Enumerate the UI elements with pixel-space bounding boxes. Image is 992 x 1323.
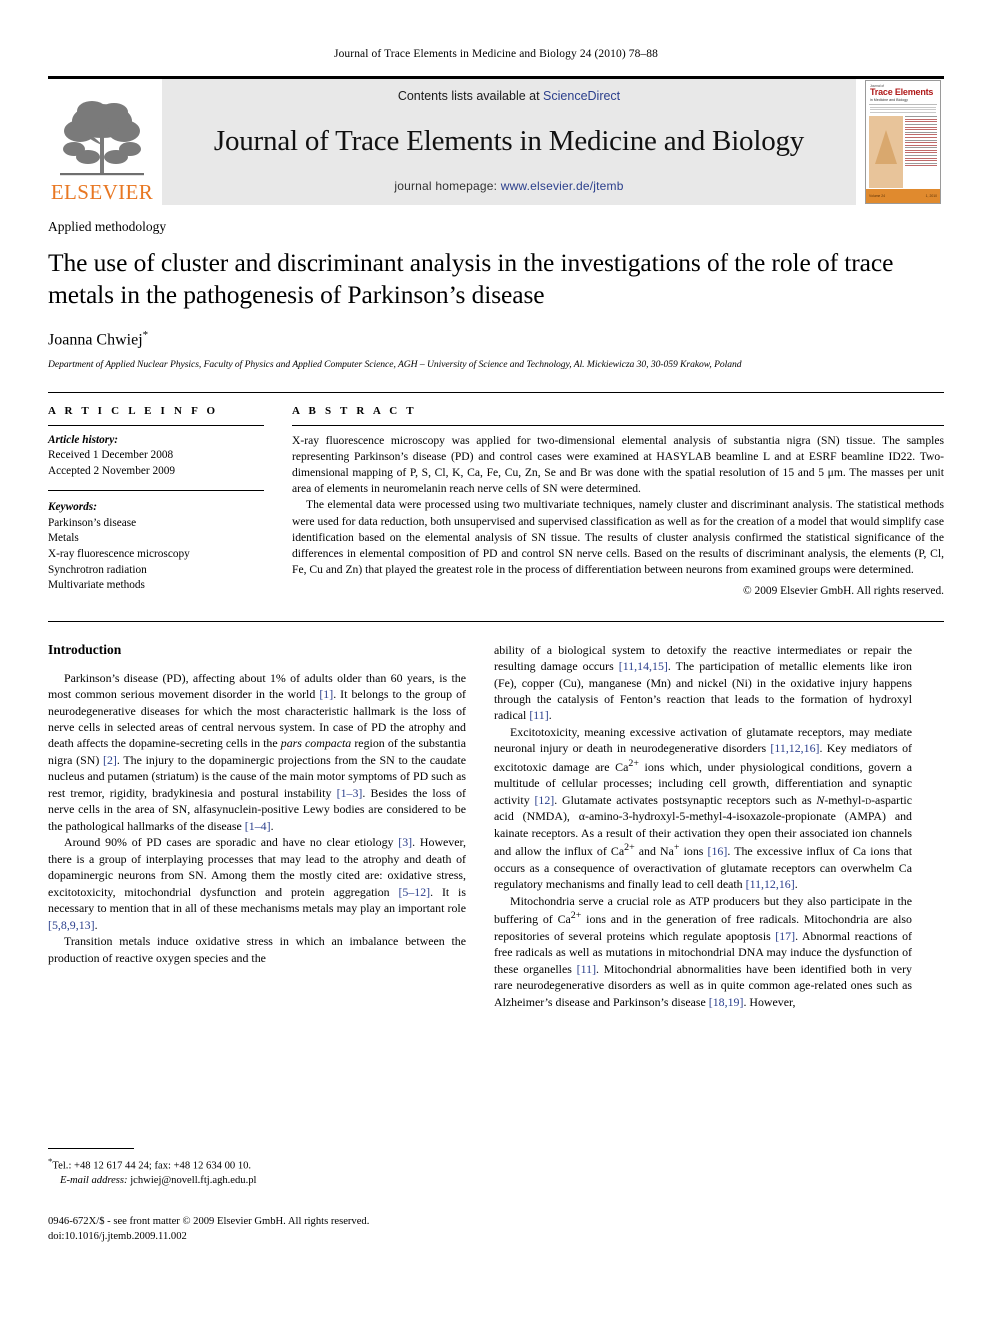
abstract-paragraph: The elemental data were processed using …	[292, 498, 944, 577]
body-paragraph: Excitotoxicity, meaning excessive activa…	[494, 724, 913, 892]
body-paragraph: Transition metals induce oxidative stres…	[48, 934, 466, 965]
abstract-label: A B S T R A C T	[292, 404, 417, 417]
journal-masthead: ELSEVIER Contents lists available at Sci…	[48, 76, 944, 205]
abstract-copyright: © 2009 Elsevier GmbH. All rights reserve…	[743, 584, 944, 597]
email-label: E-mail address:	[60, 1175, 128, 1187]
affiliation: Department of Applied Nuclear Physics, F…	[48, 358, 742, 370]
article-info-column: A R T I C L E I N F O Article history: R…	[48, 405, 264, 597]
abstract-text: X-ray fluorescence microscopy was applie…	[292, 433, 944, 579]
elsevier-logo: ELSEVIER	[48, 79, 156, 205]
author-footnote-marker[interactable]: *	[143, 329, 149, 341]
page-title: The use of cluster and discriminant anal…	[48, 248, 894, 310]
keywords-label: Keywords:	[48, 501, 97, 514]
citation-link[interactable]: [16]	[708, 844, 728, 858]
keyword-item: X-ray fluorescence microscopy	[48, 548, 190, 561]
contents-line: Contents lists available at ScienceDirec…	[398, 89, 620, 103]
cover-divider	[869, 104, 937, 105]
received-date: Received 1 December 2008	[48, 449, 174, 462]
footnote-rule	[48, 1148, 134, 1149]
page-footer: 0946-672X/$ - see front matter © 2009 El…	[48, 1214, 548, 1245]
homepage-prefix: journal homepage:	[394, 179, 501, 193]
elsevier-wordmark: ELSEVIER	[50, 180, 154, 204]
citation-link[interactable]: [18,19]	[709, 995, 744, 1009]
citation-link[interactable]: [3]	[398, 835, 412, 849]
body-paragraph: Parkinson’s disease (PD), affecting abou…	[48, 670, 467, 833]
elsevier-tree-icon	[60, 101, 144, 176]
abstract-column: A B S T R A C T X-ray fluorescence micro…	[292, 405, 944, 597]
contents-line-prefix: Contents lists available at	[397, 89, 544, 103]
article-history-label: Article history:	[48, 433, 118, 446]
divider	[48, 490, 264, 492]
cover-subtitle: in Medicine and Biology	[870, 98, 908, 102]
body-paragraph: Mitochondria serve a crucial role as ATP…	[494, 893, 912, 1009]
journal-cover-thumbnail: Journal of Trace Elements in Medicine an…	[862, 79, 944, 205]
front-matter-line: 0946-672X/$ - see front matter © 2009 El…	[48, 1216, 370, 1227]
journal-homepage-link[interactable]: www.elsevier.de/jtemb	[501, 179, 624, 193]
cover-abstract-lines	[866, 107, 940, 113]
body-region: Introduction Parkinson’s disease (PD), a…	[48, 620, 944, 1011]
divider	[292, 424, 944, 426]
citation-link[interactable]: [11]	[529, 708, 548, 722]
keyword-item: Metals	[48, 532, 79, 545]
footnote-contact-line: *Tel.: +48 12 617 44 24; fax: +48 12 634…	[48, 1155, 466, 1174]
footnote-email-line: E-mail address: jchwiej@novell.ftj.agh.e…	[48, 1174, 466, 1189]
cover-text-block	[905, 116, 937, 188]
paper-page: Journal of Trace Elements in Medicine an…	[0, 0, 992, 1323]
citation-link[interactable]: [11]	[577, 962, 596, 976]
accepted-date: Accepted 2 November 2009	[48, 464, 176, 477]
cover-figure	[869, 116, 903, 189]
journal-title: Journal of Trace Elements in Medicine an…	[213, 124, 805, 157]
citation-link[interactable]: [12]	[534, 793, 554, 807]
citation-link[interactable]: [1]	[319, 687, 333, 701]
body-paragraph: ability of a biological system to detoxi…	[494, 642, 912, 723]
cover-volume-right: 1, 2010	[925, 194, 937, 198]
doi-line[interactable]: doi:10.1016/j.jtemb.2009.11.002	[48, 1229, 548, 1244]
citation-link[interactable]: [2]	[103, 753, 117, 767]
running-head: Journal of Trace Elements in Medicine an…	[334, 48, 658, 60]
citation-link[interactable]: [5–12]	[398, 885, 430, 899]
homepage-line: journal homepage: www.elsevier.de/jtemb	[394, 179, 623, 193]
cover-footer: Volume 24 1, 2010	[866, 189, 940, 203]
journal-banner: Contents lists available at ScienceDirec…	[162, 79, 856, 205]
author-footnote: *Tel.: +48 12 617 44 24; fax: +48 12 634…	[48, 1148, 466, 1189]
article-section-type: Applied methodology	[48, 219, 167, 234]
divider	[48, 424, 264, 426]
author-list: Joanna Chwiej*	[48, 329, 944, 349]
citation-link[interactable]: [1–3]	[337, 786, 363, 800]
citation-link[interactable]: [5,8,9,13]	[48, 918, 95, 932]
citation-link[interactable]: [17]	[775, 929, 795, 943]
keywords-block: Keywords: Parkinson’s disease Metals X-r…	[48, 500, 264, 593]
introduction-heading: Introduction	[48, 641, 122, 657]
footnote-tel-fax: Tel.: +48 12 617 44 24; fax: +48 12 634 …	[52, 1160, 252, 1172]
cover-body	[866, 114, 940, 190]
sciencedirect-link[interactable]: ScienceDirect	[543, 89, 620, 103]
body-paragraph: Around 90% of PD cases are sporadic and …	[48, 835, 466, 932]
keyword-item: Synchrotron radiation	[48, 563, 147, 576]
citation-link[interactable]: [1–4]	[245, 819, 271, 833]
citation-link[interactable]: [11,12,16]	[746, 877, 795, 891]
cover-header: Journal of Trace Elements in Medicine an…	[866, 81, 940, 102]
cover-title: Trace Elements	[870, 87, 934, 97]
cover-image: Journal of Trace Elements in Medicine an…	[865, 80, 941, 204]
author-name: Joanna Chwiej	[48, 331, 143, 349]
abstract-paragraph: X-ray fluorescence microscopy was applie…	[292, 433, 944, 496]
citation-link[interactable]: [11,14,15]	[619, 659, 668, 673]
body-column-right: ability of a biological system to detoxi…	[494, 642, 912, 1011]
keyword-item: Parkinson’s disease	[48, 516, 137, 529]
cover-volume-left: Volume 24	[869, 194, 886, 198]
article-history-block: Article history: Received 1 December 200…	[48, 433, 264, 480]
email-address[interactable]: jchwiej@novell.ftj.agh.edu.pl	[130, 1175, 256, 1186]
citation-link[interactable]: [11,12,16]	[770, 741, 819, 755]
article-info-label: A R T I C L E I N F O	[48, 404, 219, 417]
info-abstract-region: A R T I C L E I N F O Article history: R…	[48, 391, 944, 597]
body-column-left: Introduction Parkinson’s disease (PD), a…	[48, 642, 466, 1011]
keyword-item: Multivariate methods	[48, 579, 145, 592]
